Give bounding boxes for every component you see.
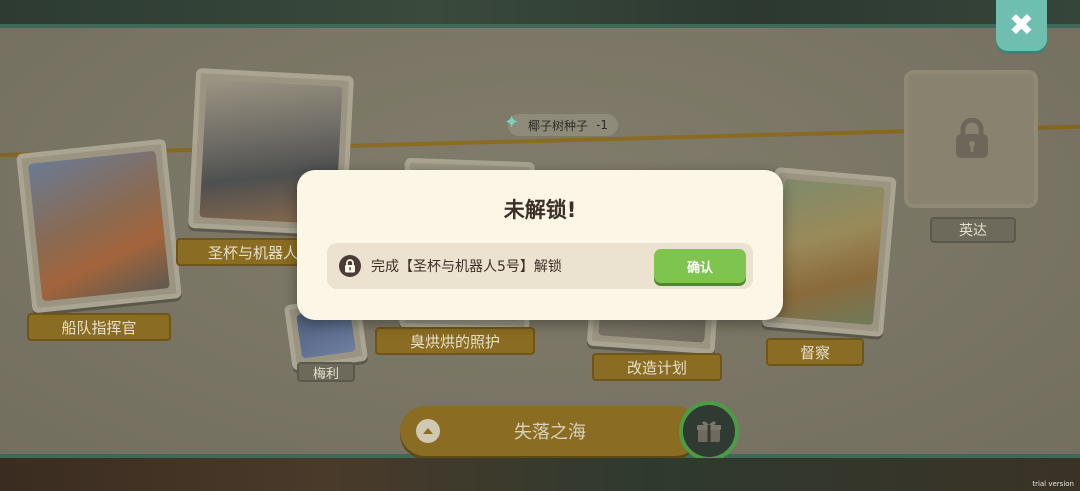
- trial-watermark: trial version: [1032, 480, 1074, 488]
- region-name: 失落之海: [514, 422, 586, 443]
- story-card-yingda-locked[interactable]: [904, 70, 1038, 208]
- modal-title: 未解锁!: [503, 198, 577, 222]
- top-background: [0, 0, 1080, 24]
- reward-amount: -1: [596, 118, 608, 132]
- confirm-button[interactable]: 确认: [654, 249, 746, 283]
- card-label-grail-robot[interactable]: 圣杯与机器人: [176, 238, 306, 266]
- close-button[interactable]: ✖: [996, 0, 1047, 51]
- sparkle-icon: ✦: [504, 112, 520, 133]
- close-icon: ✖: [1008, 8, 1035, 43]
- chevron-up-icon[interactable]: [416, 419, 440, 443]
- card-label-commander[interactable]: 船队指挥官: [27, 313, 171, 341]
- card-label-yingda[interactable]: 英达: [930, 217, 1016, 243]
- unlock-modal: 未解锁! 完成【圣杯与机器人5号】解锁 确认: [297, 170, 783, 320]
- reward-tag: ✦ 椰子树种子 -1: [504, 112, 618, 136]
- gift-button[interactable]: [679, 401, 739, 461]
- card-label-meili[interactable]: 梅利: [297, 362, 355, 382]
- lock-icon: [956, 118, 988, 158]
- reward-item-name: 椰子树种子: [528, 118, 589, 133]
- card-label-smelly-care[interactable]: 臭烘烘的照护: [375, 327, 535, 355]
- card-label-supervise[interactable]: 督察: [766, 338, 864, 366]
- lock-icon: [339, 255, 361, 277]
- gift-icon: [697, 421, 721, 442]
- region-selector[interactable]: 失落之海: [400, 406, 700, 456]
- story-card-commander[interactable]: [16, 138, 182, 314]
- game-screen: 船队指挥官 圣杯与机器人 梅利 臭烘烘的照护 改造计划 督察 英达 ✦ 椰子树种…: [0, 0, 1080, 491]
- bottom-background: [0, 458, 1080, 491]
- card-label-rebuild-plan[interactable]: 改造计划: [592, 353, 722, 381]
- requirement-text: 完成【圣杯与机器人5号】解锁: [371, 259, 562, 275]
